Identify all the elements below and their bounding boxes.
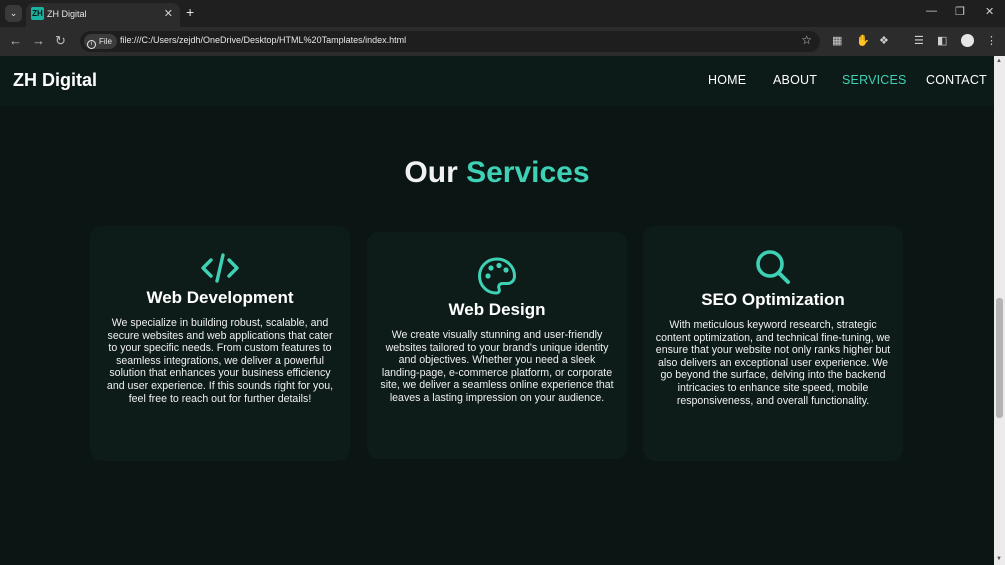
bookmark-star-icon[interactable]: ☆ bbox=[801, 33, 812, 47]
nav-services[interactable]: SERVICES bbox=[842, 73, 907, 87]
service-description: We specialize in building robust, scalab… bbox=[106, 317, 334, 405]
back-icon[interactable]: ← bbox=[9, 33, 22, 48]
reload-icon[interactable]: ↻ bbox=[55, 33, 66, 49]
service-card-web-development: Web Development We specialize in buildin… bbox=[90, 226, 350, 461]
minimize-icon[interactable]: — bbox=[926, 5, 937, 17]
site-info-chip[interactable]: i File bbox=[84, 34, 117, 49]
page-scrollbar[interactable]: ▲ ▼ bbox=[994, 56, 1005, 565]
new-tab-icon[interactable]: + bbox=[186, 4, 194, 20]
qr-extension-icon[interactable]: ▦ bbox=[832, 34, 842, 47]
browser-tab[interactable]: ZH ZH Digital ✕ bbox=[26, 3, 180, 27]
code-icon bbox=[201, 253, 239, 283]
scroll-up-icon[interactable]: ▲ bbox=[996, 58, 1002, 64]
site-info-label: File bbox=[99, 37, 112, 46]
page-viewport: ZH Digital HOME ABOUT SERVICES CONTACT O… bbox=[0, 56, 994, 565]
restore-icon[interactable]: ❐ bbox=[955, 5, 965, 18]
address-bar[interactable]: i File file:///C:/Users/zejdh/OneDrive/De… bbox=[80, 31, 820, 52]
nav-contact[interactable]: CONTACT bbox=[926, 73, 987, 87]
menu-kebab-icon[interactable]: ⋮ bbox=[986, 34, 997, 47]
service-card-web-design: Web Design We create visually stunning a… bbox=[367, 232, 627, 459]
service-title: SEO Optimization bbox=[701, 290, 845, 309]
service-description: With meticulous keyword research, strate… bbox=[655, 319, 891, 407]
search-icon bbox=[756, 250, 790, 284]
browser-toolbar: ← → ↻ i File file:///C:/Users/zejdh/OneDr… bbox=[0, 27, 1005, 56]
nav-home[interactable]: HOME bbox=[708, 73, 746, 87]
info-icon: i bbox=[87, 40, 96, 49]
browser-tab-bar: ⌄ ZH ZH Digital ✕ + — ❐ ✕ bbox=[0, 0, 1005, 27]
hand-extension-icon[interactable]: ✋ bbox=[856, 34, 870, 47]
service-title: Web Design bbox=[448, 300, 546, 319]
service-card-seo-optimization: SEO Optimization With meticulous keyword… bbox=[643, 226, 903, 461]
url-text: file:///C:/Users/zejdh/OneDrive/Desktop/… bbox=[120, 35, 407, 45]
favicon-icon: ZH bbox=[31, 7, 44, 20]
extensions-puzzle-icon[interactable]: ❖ bbox=[879, 34, 889, 47]
side-panel-icon[interactable]: ◧ bbox=[937, 34, 947, 47]
scroll-down-icon[interactable]: ▼ bbox=[996, 556, 1002, 562]
section-title-accent: Services bbox=[466, 156, 590, 189]
brand-logo[interactable]: ZH Digital bbox=[13, 70, 97, 91]
section-title: Our Services bbox=[0, 156, 994, 190]
service-description: We create visually stunning and user-fri… bbox=[380, 329, 614, 404]
palette-icon bbox=[477, 257, 517, 295]
tab-title: ZH Digital bbox=[47, 9, 87, 19]
service-title: Web Development bbox=[146, 288, 294, 307]
site-header: ZH Digital HOME ABOUT SERVICES CONTACT bbox=[0, 56, 994, 106]
nav-about[interactable]: ABOUT bbox=[773, 73, 817, 87]
profile-avatar[interactable] bbox=[961, 34, 974, 47]
media-controls-icon[interactable]: ☰ bbox=[914, 34, 924, 47]
close-window-icon[interactable]: ✕ bbox=[985, 5, 994, 18]
section-title-prefix: Our bbox=[404, 156, 458, 189]
tab-search-chevron-icon[interactable]: ⌄ bbox=[5, 5, 22, 22]
forward-icon[interactable]: → bbox=[32, 33, 45, 48]
scrollbar-thumb[interactable] bbox=[996, 298, 1003, 418]
close-tab-icon[interactable]: ✕ bbox=[164, 7, 173, 20]
